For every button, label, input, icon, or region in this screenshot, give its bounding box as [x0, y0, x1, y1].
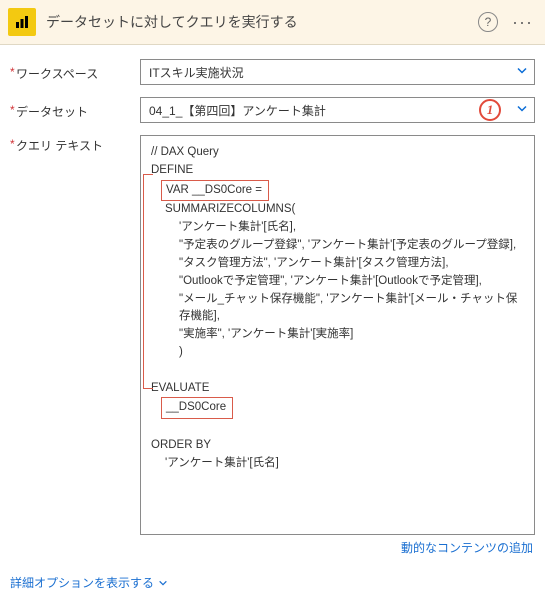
workspace-row: ワークスペース ITスキル実施状況 [10, 59, 535, 85]
chevron-down-icon [516, 103, 528, 118]
panel-title: データセットに対してクエリを実行する [46, 12, 468, 32]
annotation-badge-1: 1 [479, 99, 501, 121]
query-line: VAR __DS0Core = [151, 180, 524, 202]
query-label: クエリ テキスト [10, 135, 140, 154]
query-line: // DAX Query [151, 144, 524, 162]
query-line: DEFINE [151, 162, 524, 180]
add-dynamic-content-link[interactable]: 動的なコンテンツの追加 [140, 535, 535, 562]
query-line: "タスク管理方法", 'アンケート集計'[タスク管理方法], [151, 255, 524, 273]
chevron-down-icon [516, 65, 528, 80]
dataset-select[interactable]: 04_1_【第四回】アンケート集計 [140, 97, 535, 123]
query-line: SUMMARIZECOLUMNS( [151, 201, 524, 219]
show-advanced-options-link[interactable]: 詳細オプションを表示する [10, 574, 535, 591]
powerbi-icon [8, 8, 36, 36]
query-line: "予定表のグループ登録", 'アンケート集計'[予定表のグループ登録], [151, 237, 524, 255]
more-icon[interactable]: ··· [508, 13, 537, 31]
query-line: 'アンケート集計'[氏名] [151, 455, 524, 473]
query-line: EVALUATE [151, 380, 524, 398]
workspace-label: ワークスペース [10, 63, 140, 82]
query-line: __DS0Core [151, 397, 524, 419]
dataset-label: データセット [10, 101, 140, 120]
workspace-value: ITスキル実施状況 [149, 64, 244, 81]
query-line: ORDER BY [151, 437, 524, 455]
query-row: クエリ テキスト // DAX Query DEFINE VAR __DS0Co… [10, 135, 535, 562]
annotation-highlight: __DS0Core [161, 397, 233, 419]
chevron-down-icon [158, 578, 168, 588]
annotation-highlight: VAR __DS0Core = [161, 180, 269, 202]
workspace-select[interactable]: ITスキル実施状況 [140, 59, 535, 85]
annotation-bracket [143, 174, 153, 389]
query-line: "実施率", 'アンケート集計'[実施率] [151, 326, 524, 344]
dataset-row: データセット 04_1_【第四回】アンケート集計 1 [10, 97, 535, 123]
help-icon[interactable]: ? [478, 12, 498, 32]
dataset-value: 04_1_【第四回】アンケート集計 [149, 102, 326, 119]
query-line: "Outlookで予定管理", 'アンケート集計'[Outlookで予定管理], [151, 273, 524, 291]
query-line: ) [151, 344, 524, 362]
query-line: "メール_チャット保存機能", 'アンケート集計'[メール・チャット保存機能], [151, 291, 524, 327]
query-line: 'アンケート集計'[氏名], [151, 219, 524, 237]
query-textarea[interactable]: // DAX Query DEFINE VAR __DS0Core = SUMM… [140, 135, 535, 535]
panel-header: データセットに対してクエリを実行する ? ··· [0, 0, 545, 45]
action-config-panel: データセットに対してクエリを実行する ? ··· ワークスペース ITスキル実施… [0, 0, 545, 601]
